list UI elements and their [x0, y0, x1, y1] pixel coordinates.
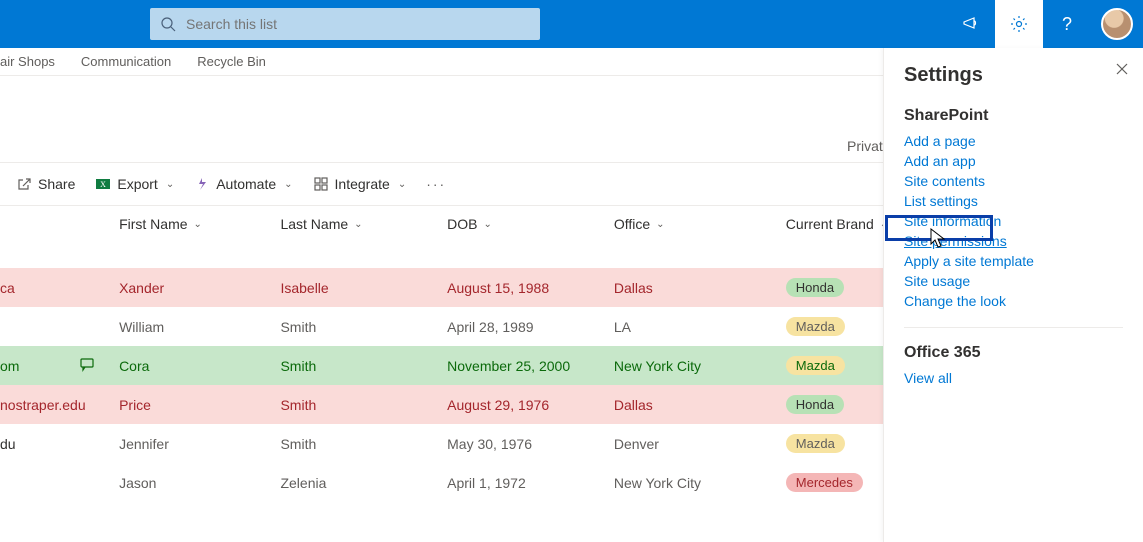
- nav-item-shops[interactable]: air Shops: [0, 54, 55, 69]
- brand-pill: Mercedes: [786, 473, 863, 492]
- search-box[interactable]: [150, 8, 540, 40]
- share-label: Share: [38, 176, 75, 192]
- automate-button[interactable]: Automate ⌄: [190, 176, 296, 192]
- gear-icon: [1010, 15, 1028, 33]
- comment-icon: [79, 356, 95, 372]
- cell-dob: November 25, 2000: [447, 346, 614, 385]
- chevron-down-icon: ⌄: [166, 179, 174, 190]
- col-last-name[interactable]: Last Name ⌄: [280, 216, 362, 232]
- cell-office: Denver: [614, 424, 786, 463]
- cell-first-name: Price: [119, 385, 280, 424]
- brand-pill: Honda: [786, 278, 844, 297]
- overflow-button[interactable]: ···: [422, 176, 450, 192]
- brand-pill: Mazda: [786, 434, 845, 453]
- chevron-down-icon: ⌄: [398, 179, 406, 190]
- row-lead: nostraper.edu: [0, 397, 86, 413]
- col-dob[interactable]: DOB ⌄: [447, 216, 492, 232]
- cell-office: Dallas: [614, 268, 786, 307]
- col-label: Last Name: [280, 216, 348, 232]
- cell-first-name: Cora: [119, 346, 280, 385]
- settings-button[interactable]: [995, 0, 1043, 48]
- brand-pill: Mazda: [786, 317, 845, 336]
- settings-link[interactable]: Site information: [904, 211, 1123, 231]
- svg-text:X: X: [100, 180, 106, 189]
- chevron-down-icon: ⌄: [483, 219, 491, 230]
- settings-link[interactable]: View all: [904, 368, 1123, 388]
- settings-panel: Settings SharePoint Add a pageAdd an app…: [883, 48, 1143, 542]
- row-lead: om: [0, 358, 19, 374]
- settings-link[interactable]: Add an app: [904, 151, 1123, 171]
- col-label: First Name: [119, 216, 187, 232]
- automate-icon: [194, 176, 210, 192]
- chevron-down-icon: ⌄: [656, 219, 664, 230]
- share-icon: [16, 176, 32, 192]
- export-label: Export: [117, 176, 157, 192]
- cell-first-name: Jennifer: [119, 424, 280, 463]
- chevron-down-icon: ⌄: [194, 219, 202, 230]
- automate-label: Automate: [216, 176, 276, 192]
- cell-first-name: William: [119, 307, 280, 346]
- search-input[interactable]: [184, 15, 530, 33]
- panel-section-office365: Office 365: [904, 344, 1123, 362]
- megaphone-button[interactable]: [947, 0, 995, 48]
- cell-office: New York City: [614, 346, 786, 385]
- settings-link[interactable]: List settings: [904, 191, 1123, 211]
- cell-dob: August 29, 1976: [447, 385, 614, 424]
- panel-section-sharepoint: SharePoint: [904, 107, 1123, 125]
- settings-link[interactable]: Add a page: [904, 131, 1123, 151]
- settings-link[interactable]: Site contents: [904, 171, 1123, 191]
- cell-office: New York City: [614, 463, 786, 502]
- cell-dob: May 30, 1976: [447, 424, 614, 463]
- help-button[interactable]: ?: [1043, 0, 1091, 48]
- cell-last-name: Smith: [280, 346, 447, 385]
- settings-link[interactable]: Change the look: [904, 291, 1123, 311]
- cell-last-name: Smith: [280, 385, 447, 424]
- chevron-down-icon: ⌄: [354, 219, 362, 230]
- cell-last-name: Smith: [280, 424, 447, 463]
- cell-dob: August 15, 1988: [447, 268, 614, 307]
- settings-link[interactable]: Site permissions: [904, 231, 1123, 251]
- help-icon: ?: [1062, 14, 1072, 35]
- panel-title: Settings: [904, 64, 1123, 87]
- cell-dob: April 28, 1989: [447, 307, 614, 346]
- suite-header-actions: ?: [947, 0, 1143, 48]
- cell-office: LA: [614, 307, 786, 346]
- more-icon: ···: [426, 176, 446, 192]
- close-icon: [1115, 62, 1129, 76]
- brand-pill: Honda: [786, 395, 844, 414]
- integrate-button[interactable]: Integrate ⌄: [309, 176, 411, 192]
- col-label: Office: [614, 216, 650, 232]
- integrate-icon: [313, 176, 329, 192]
- cell-last-name: Isabelle: [280, 268, 447, 307]
- col-label: DOB: [447, 216, 477, 232]
- suite-header: ?: [0, 0, 1143, 48]
- cell-last-name: Smith: [280, 307, 447, 346]
- cell-last-name: Zelenia: [280, 463, 447, 502]
- settings-link[interactable]: Site usage: [904, 271, 1123, 291]
- brand-pill: Mazda: [786, 356, 845, 375]
- chevron-down-icon: ⌄: [284, 179, 292, 190]
- col-first-name[interactable]: First Name ⌄: [119, 216, 202, 232]
- user-avatar[interactable]: [1101, 8, 1133, 40]
- panel-divider: [904, 327, 1123, 328]
- excel-icon: X: [95, 176, 111, 192]
- cell-first-name: Xander: [119, 268, 280, 307]
- nav-item-recycle-bin[interactable]: Recycle Bin: [197, 54, 266, 69]
- col-label: Current Brand: [786, 216, 874, 232]
- settings-link[interactable]: Apply a site template: [904, 251, 1123, 271]
- nav-item-communication[interactable]: Communication: [81, 54, 171, 69]
- row-lead: ca: [0, 280, 15, 296]
- col-brand[interactable]: Current Brand⌄: [786, 216, 888, 232]
- close-button[interactable]: [1115, 62, 1129, 79]
- integrate-label: Integrate: [335, 176, 390, 192]
- search-icon: [160, 16, 176, 32]
- share-button[interactable]: Share: [12, 176, 79, 192]
- megaphone-icon: [962, 15, 980, 33]
- cell-first-name: Jason: [119, 463, 280, 502]
- cell-dob: April 1, 1972: [447, 463, 614, 502]
- col-office[interactable]: Office ⌄: [614, 216, 665, 232]
- cell-office: Dallas: [614, 385, 786, 424]
- row-lead: du: [0, 436, 16, 452]
- export-button[interactable]: X Export ⌄: [91, 176, 178, 192]
